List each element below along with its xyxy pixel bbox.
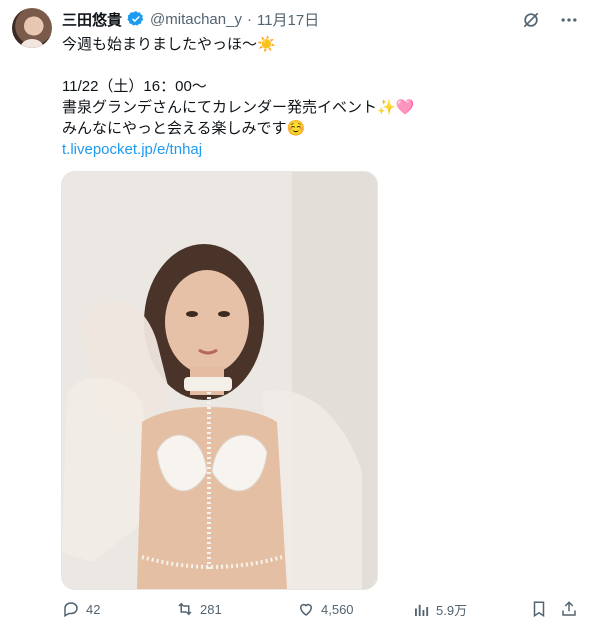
reply-button[interactable]: 42 (62, 600, 100, 618)
tweet-date[interactable]: 11月17日 (257, 9, 319, 30)
like-button[interactable]: 4,560 (297, 600, 354, 618)
like-count: 4,560 (321, 601, 354, 617)
repost-button[interactable]: 281 (176, 600, 222, 618)
author-name[interactable]: 三田悠貴 (62, 9, 122, 30)
views-count: 5.9万 (436, 603, 468, 618)
tweet-text-line: 書泉グランデさんにてカレンダー発売イベント✨🩷 (62, 99, 415, 116)
views-icon (415, 604, 429, 616)
more-icon[interactable] (559, 10, 579, 30)
reply-count: 42 (86, 601, 101, 617)
tweet-text-line: 今週も始まりましたやっほ〜☀️ (62, 36, 276, 53)
verified-badge-icon (127, 10, 145, 28)
tweet-text-line: 11/22（土）16：00〜 (62, 78, 207, 95)
share-button[interactable] (560, 600, 578, 618)
author-handle[interactable]: @mitachan_y (150, 11, 242, 28)
bookmark-button[interactable] (530, 600, 548, 618)
reply-icon (64, 602, 78, 618)
share-icon (562, 601, 576, 616)
like-icon (299, 603, 313, 616)
repost-icon (178, 602, 192, 616)
separator: · (246, 10, 252, 28)
avatar[interactable] (12, 8, 52, 48)
tweet-header: 三田悠貴 @mitachan_y · 11月17日 (62, 8, 319, 30)
grok-icon[interactable] (521, 10, 541, 30)
repost-count: 281 (200, 601, 222, 617)
views-button[interactable]: 5.9万 (412, 600, 467, 619)
action-bar: 42 281 4,560 5.9万 (0, 596, 593, 626)
tweet-photo[interactable] (61, 171, 378, 590)
tweet-text-line: みんなにやっと会える楽しみです☺️ (62, 120, 306, 137)
bookmark-icon (533, 601, 545, 618)
tweet-link[interactable]: t.livepocket.jp/e/tnhaj (62, 140, 202, 160)
